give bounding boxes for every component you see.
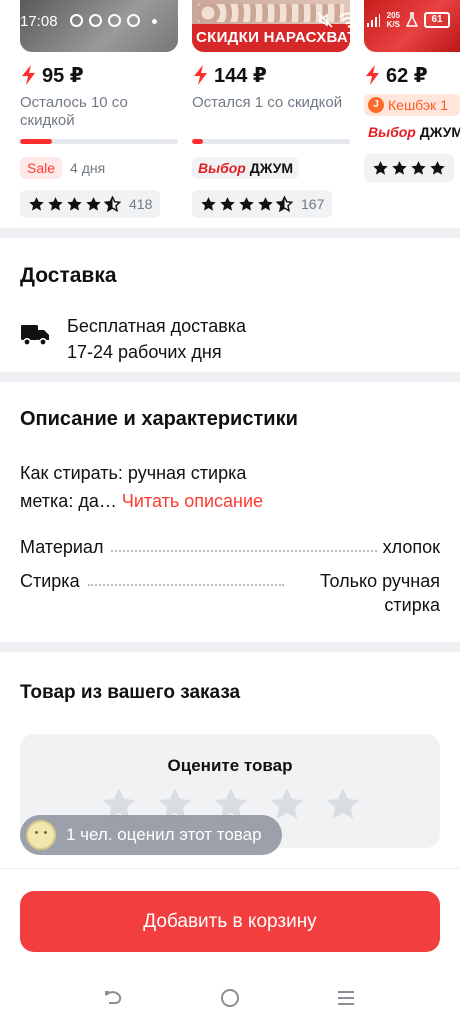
avatar	[26, 820, 56, 850]
star-icon	[67, 196, 82, 211]
star-icon	[392, 160, 407, 175]
rate-star-icon[interactable]	[324, 786, 362, 824]
spec-value: Только ручная стирка	[319, 571, 440, 615]
flask-icon	[406, 12, 418, 27]
mute-icon	[317, 12, 333, 28]
rating: 167	[192, 190, 333, 218]
product-card[interactable]: 95 ₽ Осталось 10 со скидкой Sale 4 дня 4…	[20, 60, 180, 218]
price: 62 ₽	[364, 60, 460, 90]
read-description-link[interactable]: Читать описание	[122, 491, 263, 511]
section-divider	[0, 228, 460, 238]
lightning-icon	[366, 65, 379, 85]
star-icon	[258, 196, 273, 211]
divider	[0, 868, 460, 869]
whatsapp-icon	[70, 14, 83, 27]
choice-badge: Выбор ДЖУМ	[368, 124, 460, 140]
rating: 418	[20, 190, 161, 218]
rating-count: 167	[301, 196, 325, 212]
wifi-icon	[339, 12, 359, 28]
product-card[interactable]: 144 ₽ Остался 1 со скидкой Выбор ДЖУМ 16…	[192, 60, 352, 218]
star-icon	[29, 196, 44, 211]
discount-progress	[192, 139, 350, 144]
nav-home-icon[interactable]	[218, 986, 242, 1010]
add-to-cart-button[interactable]: Добавить в корзину	[20, 891, 440, 952]
lightning-icon	[194, 65, 207, 85]
facebook-icon	[89, 14, 102, 27]
price: 144 ₽	[192, 60, 352, 90]
rated-count: 1 чел. оценил этот товар	[66, 825, 262, 844]
product-card[interactable]: 62 ₽ J Кешбэк 1 Выбор ДЖУМ	[364, 60, 460, 182]
product-carousel[interactable]: СКИДКИ НАРАСХВАТ 17:08 205 K/S 61 95 ₽ О…	[0, 0, 460, 228]
sale-days: 4 дня	[70, 160, 106, 176]
progress-fill	[192, 139, 204, 144]
status-bar: 17:08 205 K/S 61	[0, 0, 460, 44]
section-divider	[0, 372, 460, 382]
stock-note: Остался 1 со скидкой	[192, 94, 343, 111]
star-icon	[86, 196, 101, 211]
half-star-icon	[276, 195, 293, 211]
nav-menu-icon[interactable]	[334, 986, 358, 1010]
signal-icon	[366, 14, 380, 27]
rating-count: 418	[129, 196, 153, 212]
spec-label: Стирка	[20, 571, 80, 591]
delivery-truck-icon	[21, 325, 49, 346]
discount-progress	[20, 139, 178, 144]
more-notifications-icon	[152, 19, 157, 24]
section-divider	[0, 642, 460, 652]
battery-indicator: 61	[424, 12, 450, 28]
net-speed: 205 K/S	[386, 11, 400, 29]
status-time: 17:08	[20, 13, 58, 30]
rate-prompt: Оцените товар	[167, 756, 293, 775]
star-icon	[373, 160, 388, 175]
star-icon	[220, 196, 235, 211]
description-text: Как стирать: ручная стирка метка: да… Чи…	[20, 463, 264, 511]
sale-badge: Sale	[20, 157, 63, 179]
rating	[364, 154, 454, 182]
spec-row: Материал хлопок	[20, 535, 440, 559]
progress-fill	[20, 139, 52, 144]
spec-label: Материал	[20, 537, 104, 557]
price: 95 ₽	[20, 60, 180, 90]
half-star-icon	[104, 195, 121, 211]
stock-note: Осталось 10 со скидкой	[20, 94, 128, 129]
rated-count-pill: 1 чел. оценил этот товар	[20, 815, 282, 855]
delivery-info: Бесплатная доставка 17-24 рабочих дня	[67, 313, 246, 365]
order-item-title: Товар из вашего заказа	[20, 682, 241, 703]
choice-badge: Выбор ДЖУМ	[192, 157, 300, 179]
box-icon	[127, 14, 140, 27]
cashback-icon: J	[368, 97, 384, 113]
star-icon	[430, 160, 445, 175]
spec-value: хлопок	[382, 537, 440, 557]
delivery-title: Доставка	[20, 264, 117, 287]
star-icon	[239, 196, 254, 211]
spec-dots	[111, 535, 377, 552]
cashback-badge: J Кешбэк 1	[364, 94, 460, 116]
spec-dots	[87, 569, 284, 586]
delivery-cost: Бесплатная доставка	[67, 316, 247, 336]
nav-back-icon[interactable]	[102, 986, 126, 1010]
star-icon	[48, 196, 63, 211]
shazam-icon	[108, 14, 121, 27]
description-title: Описание и характеристики	[20, 408, 298, 430]
delivery-time: 17-24 рабочих дня	[67, 342, 222, 362]
lightning-icon	[22, 65, 35, 85]
spec-row: Стирка Только ручная стирка	[20, 569, 440, 617]
star-icon	[411, 160, 426, 175]
star-icon	[201, 196, 216, 211]
system-nav-bar	[0, 970, 460, 1024]
